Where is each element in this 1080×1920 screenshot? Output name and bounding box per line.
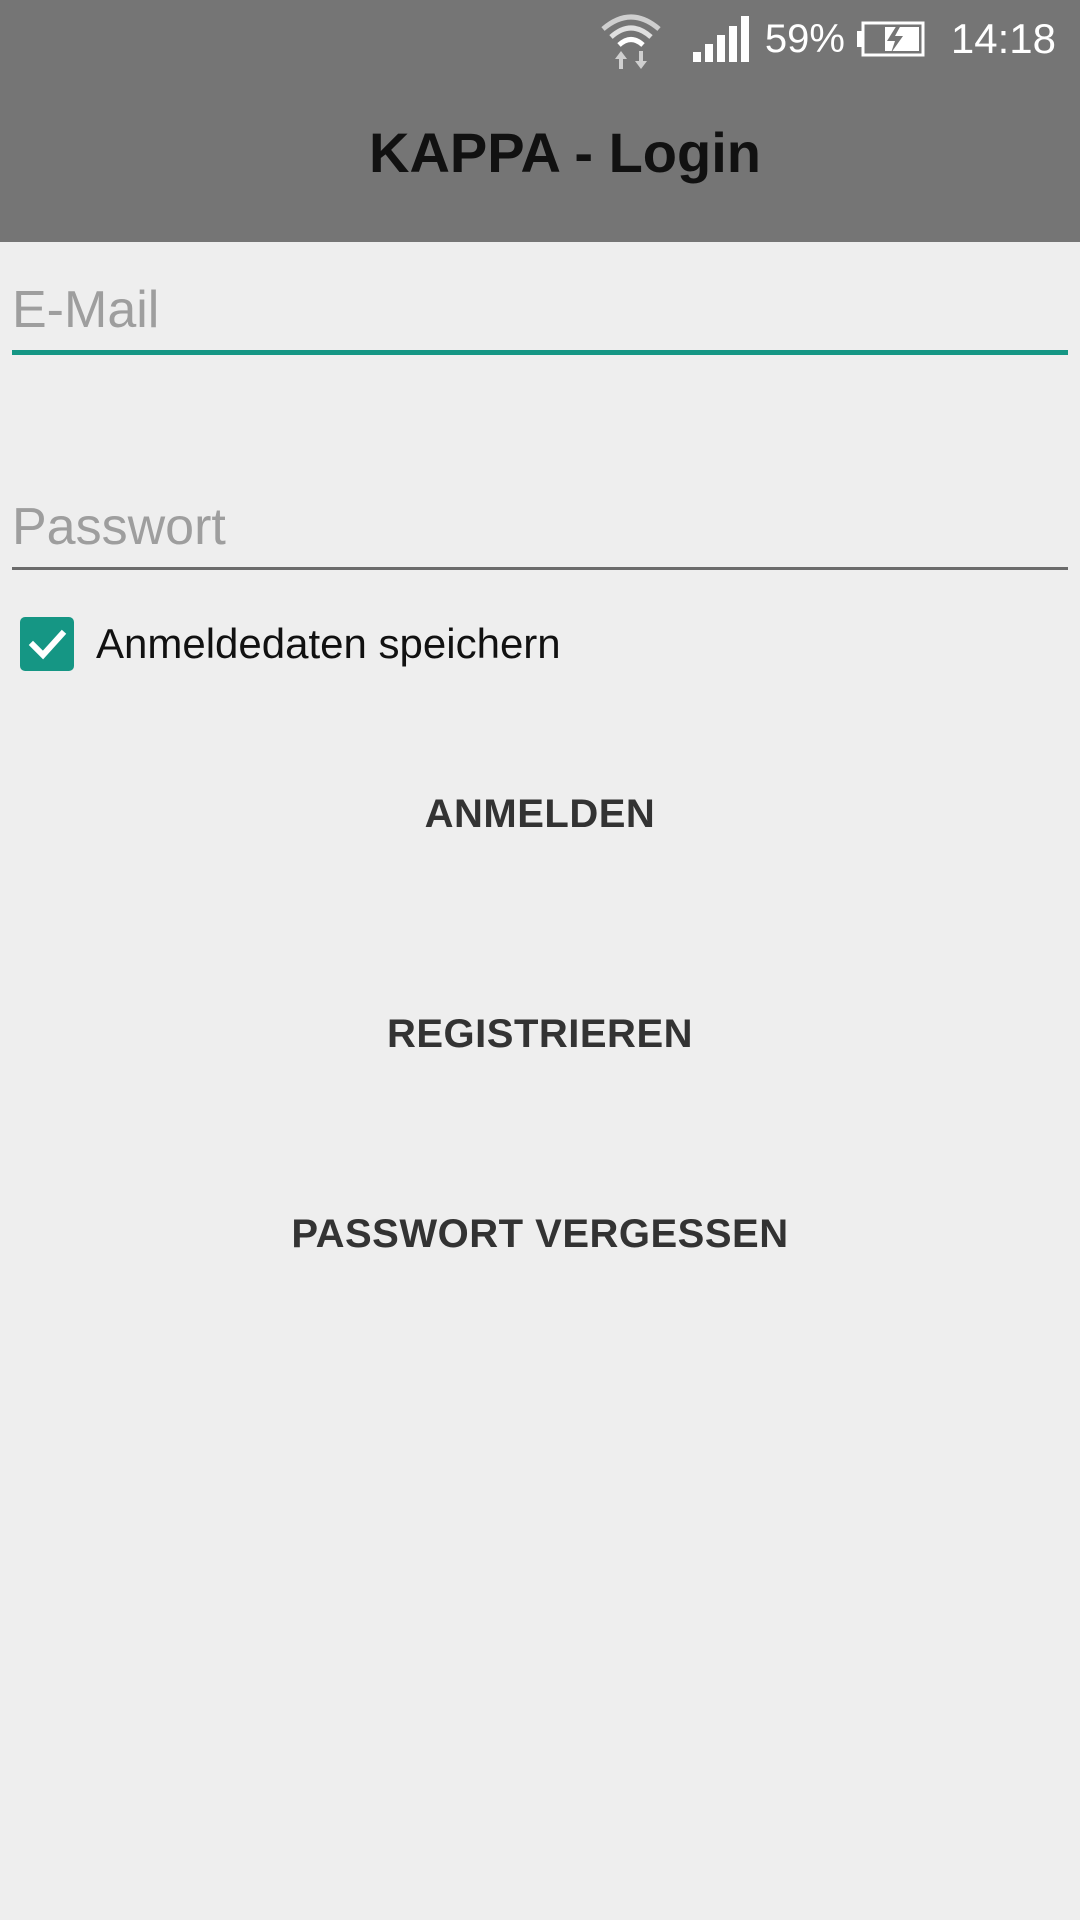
page-title: KAPPA - Login xyxy=(369,121,761,184)
email-field-container xyxy=(12,280,1068,355)
wifi-icon xyxy=(601,14,661,69)
email-underline xyxy=(12,350,1068,355)
app-bar: 59% 14:18 KAPPA - Login xyxy=(0,0,1080,242)
remember-checkbox-label: Anmeldedaten speichern xyxy=(96,620,561,667)
password-field-container xyxy=(12,497,1068,570)
login-button[interactable]: ANMELDEN xyxy=(0,792,1080,837)
remember-checkbox[interactable] xyxy=(20,617,74,671)
battery-percent: 59% xyxy=(764,16,845,61)
battery-charging-icon xyxy=(856,21,925,57)
password-field[interactable] xyxy=(12,497,1068,567)
clock: 14:18 xyxy=(950,15,1056,62)
checkmark-icon xyxy=(28,629,67,660)
signal-icon xyxy=(692,16,749,62)
password-underline xyxy=(12,567,1068,570)
remember-credentials-row[interactable]: Anmeldedaten speichern xyxy=(20,617,561,671)
register-button[interactable]: REGISTRIEREN xyxy=(0,1012,1080,1057)
forgot-password-button[interactable]: PASSWORT VERGESSEN xyxy=(0,1212,1080,1257)
status-bar: 59% 14:18 xyxy=(0,0,1080,78)
email-field[interactable] xyxy=(12,280,1068,350)
